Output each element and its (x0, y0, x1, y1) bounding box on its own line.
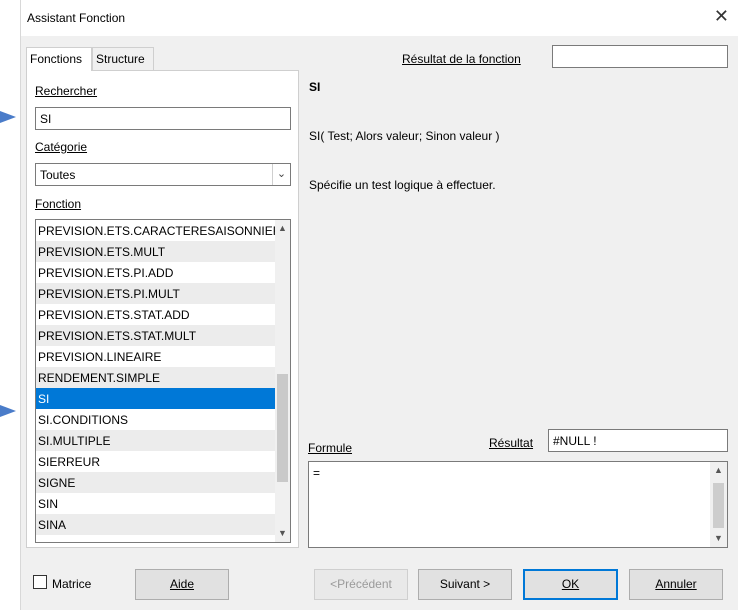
cancel-button[interactable]: Annuler (629, 569, 723, 600)
function-name: SI (309, 80, 321, 94)
chevron-down-icon[interactable]: ⌄ (272, 164, 290, 185)
category-value: Toutes (40, 168, 76, 182)
list-item[interactable]: PREVISION.ETS.PI.ADD (36, 262, 276, 283)
annotation-arrow-selected (0, 405, 16, 417)
formula-label: Formule (308, 441, 353, 455)
function-result-label: Résultat de la fonction (402, 52, 521, 66)
next-button[interactable]: Suivant > (418, 569, 512, 600)
list-item[interactable]: PREVISION.ETS.CARACTERESAISONNIER (36, 220, 276, 241)
function-result-field[interactable] (552, 45, 728, 68)
list-item[interactable]: SINA (36, 514, 276, 535)
dialog-title: Assistant Fonction (27, 11, 126, 25)
close-icon[interactable]: ✕ (714, 6, 729, 26)
scrollbar-thumb[interactable] (713, 483, 724, 528)
function-list-scrollbar[interactable]: ▲ ▼ (275, 220, 290, 542)
list-item[interactable]: SI.CONDITIONS (36, 409, 276, 430)
scroll-up-icon[interactable]: ▲ (710, 462, 727, 479)
list-item[interactable]: SI.MULTIPLE (36, 430, 276, 451)
function-list[interactable]: PREVISION.ETS.CARACTERESAISONNIER PREVIS… (35, 219, 291, 543)
scroll-down-icon[interactable]: ▼ (710, 530, 727, 547)
formula-value: = (313, 466, 321, 480)
function-syntax: SI( Test; Alors valeur; Sinon valeur ) (309, 129, 500, 143)
function-description: Spécifie un test logique à effectuer. (309, 178, 496, 192)
scrollbar-thumb[interactable] (277, 374, 288, 482)
list-item[interactable]: SIERREUR (36, 451, 276, 472)
formula-result-label: Résultat (489, 436, 534, 450)
formula-scrollbar[interactable]: ▲ ▼ (710, 462, 727, 547)
list-item[interactable]: PREVISION.LINEAIRE (36, 346, 276, 367)
list-item[interactable]: PREVISION.ETS.STAT.MULT (36, 325, 276, 346)
title-bar: Assistant Fonction ✕ (21, 0, 738, 36)
formula-result-field[interactable]: #NULL ! (548, 429, 728, 452)
annotation-arrow-search (0, 111, 16, 123)
list-item[interactable]: SIN (36, 493, 276, 514)
matrix-checkbox[interactable] (33, 575, 47, 589)
tab-structure[interactable]: Structure (92, 47, 154, 70)
matrix-label: Matrice (52, 577, 92, 591)
list-item-selected[interactable]: SI (36, 388, 276, 409)
scroll-down-icon[interactable]: ▼ (275, 525, 290, 542)
functions-panel: Rechercher SI Catégorie Toutes ⌄ Fonctio… (26, 70, 299, 548)
search-label: Rechercher (35, 84, 98, 98)
search-input[interactable]: SI (35, 107, 291, 130)
category-label: Catégorie (35, 140, 88, 154)
tab-functions[interactable]: Fonctions (26, 47, 92, 71)
list-item[interactable]: PREVISION.ETS.STAT.ADD (36, 304, 276, 325)
list-item[interactable]: PREVISION.ETS.PI.MULT (36, 283, 276, 304)
list-item[interactable]: PREVISION.ETS.MULT (36, 241, 276, 262)
help-button[interactable]: Aide (135, 569, 229, 600)
function-wizard-dialog: Assistant Fonction ✕ Fonctions Structure… (20, 0, 738, 610)
list-item[interactable]: SIGNE (36, 472, 276, 493)
formula-textarea[interactable]: = ▲ ▼ (308, 461, 728, 548)
list-item[interactable]: RENDEMENT.SIMPLE (36, 367, 276, 388)
category-select[interactable]: Toutes ⌄ (35, 163, 291, 186)
previous-button[interactable]: <Précédent (314, 569, 408, 600)
function-label: Fonction (35, 197, 82, 211)
scroll-up-icon[interactable]: ▲ (275, 220, 290, 237)
ok-button[interactable]: OK (523, 569, 618, 600)
